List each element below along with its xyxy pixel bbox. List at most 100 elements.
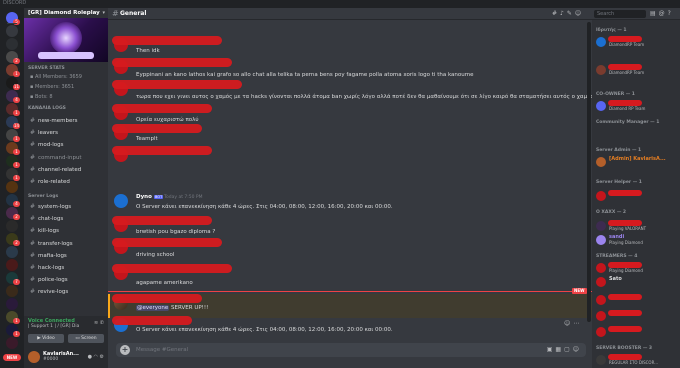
redacted-username — [112, 36, 222, 45]
pin-icon[interactable]: ✎ — [567, 10, 575, 17]
chat-scrollbar[interactable] — [587, 22, 591, 322]
member-item[interactable]: DiamondRP Team — [596, 64, 678, 76]
gear-icon[interactable]: ⚙ — [100, 354, 104, 360]
hashtag-icon: # — [30, 264, 36, 271]
server-icon[interactable] — [6, 25, 18, 37]
member-item[interactable]: Playing VALORANT — [596, 220, 678, 232]
threads-icon[interactable]: # — [552, 10, 560, 17]
avatar[interactable] — [28, 351, 40, 363]
server-icon[interactable]: 1 — [6, 64, 20, 77]
server-icon[interactable] — [6, 337, 18, 349]
channel-new-members[interactable]: # new-members — [28, 116, 106, 126]
screen-button[interactable]: ▭ Screen — [68, 334, 104, 343]
server-icon[interactable]: 2 — [6, 51, 20, 64]
headphones-icon[interactable]: ◠ — [94, 354, 98, 360]
server-icon[interactable] — [6, 38, 18, 50]
member-item[interactable] — [596, 190, 678, 202]
more-icon[interactable]: ⋯ — [573, 320, 582, 327]
server-icon[interactable]: 2 — [6, 207, 20, 220]
server-icon[interactable] — [6, 259, 18, 271]
message-input[interactable] — [136, 345, 536, 355]
server-icon[interactable]: 1 — [6, 311, 20, 324]
server-icon[interactable]: 1 — [6, 155, 20, 168]
channel-leavers[interactable]: # leavers — [28, 128, 106, 138]
message-text: @everyone SERVER UP!!! — [136, 305, 209, 311]
server-icon[interactable]: 1 — [6, 129, 20, 142]
member-item[interactable]: REGULAR ΣΤΟ DISCOR... — [596, 354, 678, 366]
channel-chat-logs[interactable]: # chat-logs — [28, 214, 106, 224]
chat-area: # General #♪✎☺ Search ▤@? NEW Then idk Ey… — [108, 8, 680, 368]
avatar[interactable] — [114, 194, 128, 208]
avatar — [596, 327, 606, 337]
mention-badge: 1 — [13, 149, 20, 155]
noise-suppression-icon[interactable]: ≋ — [94, 320, 98, 326]
attach-plus-icon[interactable]: + — [120, 345, 130, 355]
mention-icon[interactable]: @ — [659, 10, 668, 17]
channel-mod-logs[interactable]: # mod-logs — [28, 140, 106, 150]
server-icon[interactable]: 7 — [6, 272, 20, 285]
new-servers-pill[interactable]: NEW — [3, 354, 21, 361]
server-icon[interactable]: 11 — [6, 77, 20, 90]
voice-controls: ≋ ✆ — [94, 320, 104, 326]
author-name[interactable]: Dyno — [136, 194, 152, 200]
guild-emblem — [50, 22, 82, 54]
inbox-icon[interactable]: ▤ — [650, 10, 659, 17]
add-reaction-icon[interactable]: ☺ — [564, 320, 573, 327]
channel-transfer-logs[interactable]: # transfer-logs — [28, 239, 106, 249]
redacted-username — [112, 80, 242, 89]
category-server-stats[interactable]: SERVER STATS — [28, 66, 65, 71]
server-icon[interactable]: 1 — [6, 168, 20, 181]
search-input[interactable]: Search — [594, 10, 646, 18]
channel-role-related[interactable]: # role-related — [28, 177, 106, 187]
member-item[interactable]: DiamondRP Team — [596, 36, 678, 48]
message-text: Teamplt — [136, 136, 158, 142]
member-item[interactable]: [Admin] KavlarisA... — [596, 156, 678, 168]
bell-icon[interactable]: ♪ — [560, 10, 567, 17]
category-server-logs[interactable]: Server Logs — [28, 194, 58, 199]
server-icon[interactable] — [6, 298, 18, 310]
server-icon[interactable]: 14 — [6, 116, 20, 129]
hashtag-icon: # — [30, 141, 36, 149]
channel-revive-logs[interactable]: # revive-logs — [28, 287, 106, 297]
server-icon[interactable] — [6, 220, 18, 232]
server-icon[interactable] — [6, 246, 18, 258]
avatar — [596, 157, 606, 167]
everyone-mention[interactable]: @everyone — [136, 305, 170, 311]
member-item[interactable]: Sato — [596, 276, 678, 288]
channel-channel-related[interactable]: # channel-related — [28, 165, 106, 175]
member-item[interactable] — [596, 294, 678, 306]
microphone-icon[interactable]: ● — [88, 354, 92, 360]
channel-mafia-logs[interactable]: # mafia-logs — [28, 251, 106, 261]
member-item[interactable] — [596, 310, 678, 322]
server-icon[interactable]: 4 — [6, 194, 20, 207]
member-item[interactable]: sandi Playing Diamond — [596, 234, 678, 246]
server-icon[interactable]: 2 — [6, 233, 20, 246]
channel-system-logs[interactable]: # system-logs — [28, 202, 106, 212]
disconnect-icon[interactable]: ✆ — [100, 320, 104, 326]
avatar — [596, 355, 606, 365]
help-icon[interactable]: ? — [668, 10, 674, 17]
gif-icon[interactable]: ▦ — [555, 346, 564, 353]
server-icon[interactable]: 1 — [6, 142, 20, 155]
guild-header[interactable]: [GR] Diamond Roleplay ▾ — [24, 8, 108, 18]
channel-police-logs[interactable]: # police-logs — [28, 275, 106, 285]
channel-kill-logs[interactable]: # kill-logs — [28, 226, 106, 236]
server-icon[interactable]: 4 — [6, 90, 20, 103]
members-icon[interactable]: ☺ — [575, 10, 584, 17]
server-icon[interactable]: 1 — [6, 324, 20, 337]
server-icon[interactable] — [6, 181, 18, 193]
voice-channel[interactable]: | Support 1 | / [GR] Dia — [28, 324, 79, 329]
redacted-username — [112, 146, 212, 155]
channel-hack-logs[interactable]: # hack-logs — [28, 263, 106, 273]
sticker-icon[interactable]: ▢ — [564, 346, 573, 353]
video-button[interactable]: ▶ Video — [28, 334, 64, 343]
server-icon[interactable] — [6, 285, 18, 297]
category-logs[interactable]: ΚΑΝΑΛΙΑ LOGS — [28, 106, 66, 111]
channel-command-input[interactable]: # command-input — [28, 153, 106, 163]
member-item[interactable]: Diamond RP Team — [596, 100, 678, 112]
member-item[interactable] — [596, 326, 678, 338]
redacted-username — [608, 294, 642, 300]
member-item[interactable]: Playing Diamond — [596, 262, 678, 274]
server-icon[interactable]: 1 — [6, 103, 20, 116]
emoji-icon[interactable]: ☺ — [573, 346, 582, 353]
